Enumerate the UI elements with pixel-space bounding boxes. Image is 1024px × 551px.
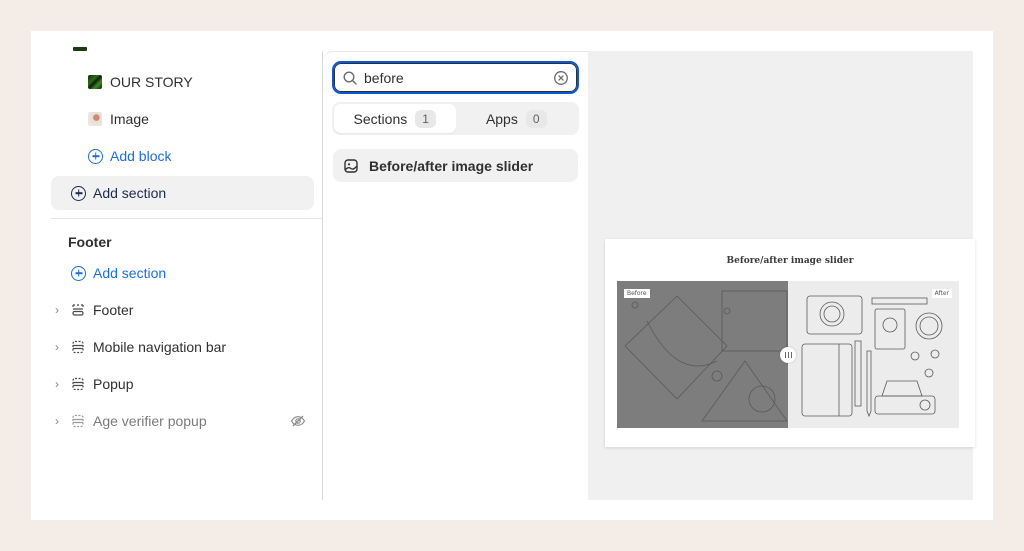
result-before-after-image-slider[interactable]: Before/after image slider <box>333 149 578 182</box>
chevron-right-icon[interactable]: › <box>53 303 61 317</box>
editor-frame: OUR STORY Image Add block Add section Fo… <box>31 31 993 520</box>
section-footer[interactable]: › Footer <box>31 293 314 327</box>
block-label: OUR STORY <box>110 74 193 90</box>
before-after-slider[interactable]: Before After <box>617 281 959 428</box>
block-image[interactable]: Image <box>31 102 314 136</box>
add-section-label: Add section <box>93 265 167 281</box>
section-icon <box>72 414 84 428</box>
truncated-thumbnail <box>73 47 87 51</box>
pencil-shape <box>871 297 928 305</box>
tab-apps[interactable]: Apps 0 <box>456 104 578 133</box>
eye-slash-icon[interactable] <box>290 413 306 429</box>
plus-circle-icon <box>71 185 86 201</box>
camera-shape <box>806 295 863 335</box>
sidebar: OUR STORY Image Add block Add section Fo… <box>31 31 322 500</box>
clear-search-icon[interactable] <box>553 70 569 86</box>
divider <box>51 218 322 219</box>
search-field[interactable] <box>332 61 579 94</box>
section-picker-panel: Sections 1 Apps 0 Before/after image sli… <box>323 51 588 500</box>
tab-sections[interactable]: Sections 1 <box>334 104 456 133</box>
section-label: Popup <box>93 376 134 392</box>
slider-handle[interactable] <box>780 346 796 363</box>
preview-section-card[interactable]: Before/after image slider Before After <box>605 239 975 447</box>
before-label: Before <box>624 289 650 298</box>
section-icon <box>72 377 84 391</box>
add-section-button[interactable]: Add section <box>51 176 314 210</box>
satchel-shape <box>721 290 788 352</box>
add-section-label: Add section <box>93 185 167 201</box>
preview-canvas: Before/after image slider Before After <box>588 51 975 500</box>
tab-label: Apps <box>485 110 518 127</box>
chevron-right-icon[interactable]: › <box>53 377 61 391</box>
notebook-shape <box>801 343 853 417</box>
search-icon <box>343 70 357 85</box>
chevron-right-icon[interactable]: › <box>53 340 61 354</box>
chevron-right-icon[interactable]: › <box>53 414 61 428</box>
footer-group-title: Footer <box>68 234 112 250</box>
section-label: Age verifier popup <box>93 413 207 429</box>
block-label: Image <box>110 111 149 127</box>
footer-add-section-button[interactable]: Add section <box>31 256 314 290</box>
add-block-label: Add block <box>110 148 172 164</box>
image-thumbnail-icon <box>88 75 102 89</box>
section-age-verifier-popup[interactable]: › Age verifier popup <box>31 404 314 438</box>
footer-section-icon <box>72 304 84 316</box>
preview-title: Before/after image slider <box>726 256 854 266</box>
add-block-button[interactable]: Add block <box>31 139 314 173</box>
count-badge: 1 <box>415 109 436 128</box>
section-icon <box>72 340 84 354</box>
passport-shape <box>874 308 906 350</box>
search-input[interactable] <box>364 69 553 86</box>
picker-tabs: Sections 1 Apps 0 <box>332 102 579 135</box>
image-compare-icon <box>344 158 358 173</box>
after-label: After <box>931 289 952 298</box>
count-badge: 0 <box>525 109 547 128</box>
plus-circle-icon <box>88 148 103 164</box>
section-label: Footer <box>93 302 134 318</box>
section-popup[interactable]: › Popup <box>31 367 314 401</box>
section-label: Mobile navigation bar <box>93 339 227 355</box>
result-label: Before/after image slider <box>369 157 534 174</box>
glasses-triangle <box>701 360 788 422</box>
bag-shape <box>624 295 728 400</box>
image-thumbnail-icon <box>88 112 102 126</box>
plus-circle-icon <box>71 265 86 281</box>
tab-label: Sections <box>353 110 408 127</box>
block-our-story[interactable]: OUR STORY <box>31 65 314 99</box>
section-mobile-navigation-bar[interactable]: › Mobile navigation bar <box>31 330 314 364</box>
